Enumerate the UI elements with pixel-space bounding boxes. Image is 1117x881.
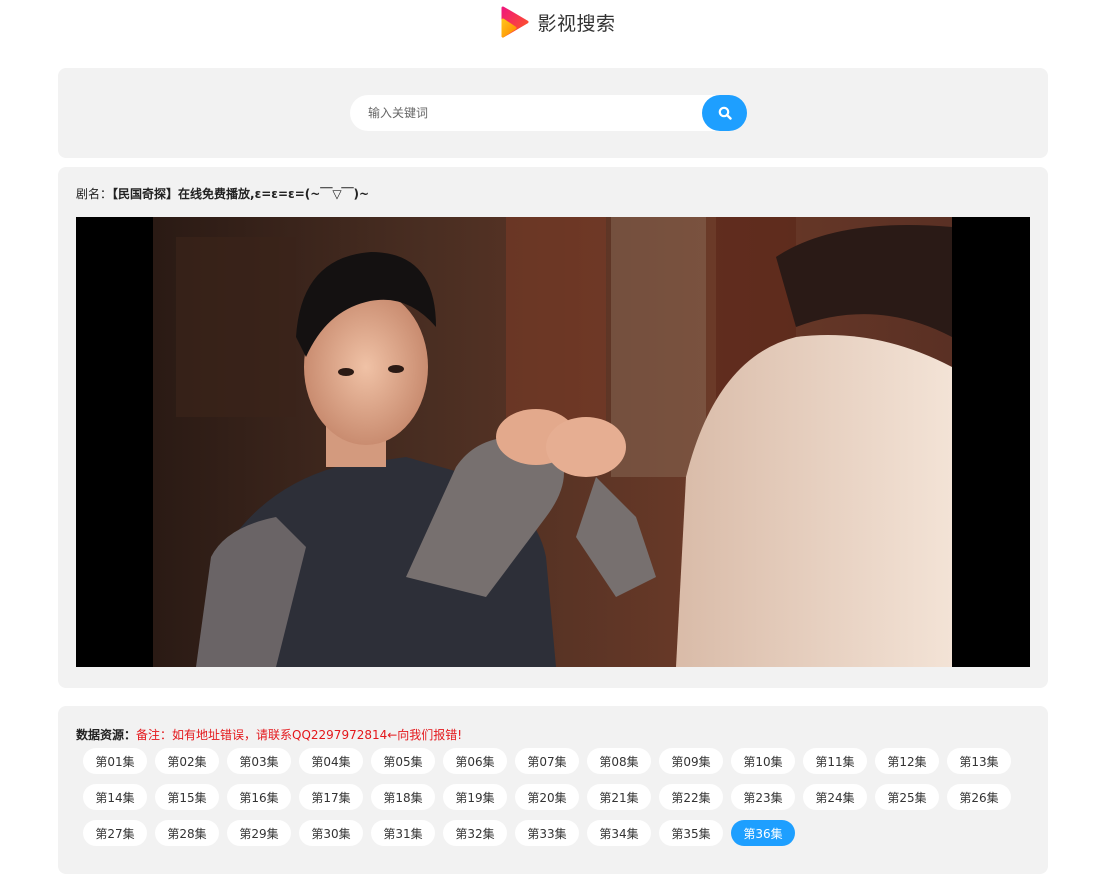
episode-button[interactable]: 第12集 [875,748,939,774]
show-title-label: 剧名： [76,187,113,201]
episode-button[interactable]: 第23集 [731,784,795,810]
episode-button[interactable]: 第02集 [155,748,219,774]
episode-button[interactable]: 第15集 [155,784,219,810]
show-title: 【民国奇探】在线免费播放,ε=ε=ε=(~￣▽￣)~ [112,187,370,201]
episode-button[interactable]: 第35集 [659,820,723,846]
episode-button[interactable]: 第24集 [803,784,867,810]
episode-button[interactable]: 第06集 [443,748,507,774]
site-title: 影视搜索 [537,12,616,35]
search-input[interactable] [350,95,742,131]
episode-button[interactable]: 第30集 [299,820,363,846]
episode-button[interactable]: 第25集 [875,784,939,810]
player-panel: 剧名：【民国奇探】在线免费播放,ε=ε=ε=(~￣▽￣)~ [58,167,1048,688]
episode-button[interactable]: 第10集 [731,748,795,774]
video-frame [76,217,1030,667]
search-panel [58,68,1048,158]
show-title-row: 剧名：【民国奇探】在线免费播放,ε=ε=ε=(~￣▽￣)~ [76,185,369,202]
episodes-panel: 数据资源：备注：如有地址错误，请联系QQ2297972814←向我们报错! 第0… [58,706,1048,874]
episode-button[interactable]: 第14集 [83,784,147,810]
video-player[interactable] [76,217,1030,667]
search-box [350,95,755,131]
episode-button[interactable]: 第09集 [659,748,723,774]
episode-button[interactable]: 第07集 [515,748,579,774]
error-report-note: 备注：如有地址错误，请联系QQ2297972814←向我们报错! [136,728,463,742]
notice-row: 数据资源：备注：如有地址错误，请联系QQ2297972814←向我们报错! [76,726,462,743]
episode-button[interactable]: 第19集 [443,784,507,810]
play-logo-icon [501,6,529,38]
episode-button[interactable]: 第04集 [299,748,363,774]
episode-button[interactable]: 第16集 [227,784,291,810]
episode-button[interactable]: 第33集 [515,820,579,846]
episode-button[interactable]: 第08集 [587,748,651,774]
episode-button[interactable]: 第18集 [371,784,435,810]
episode-button[interactable]: 第31集 [371,820,435,846]
episode-button[interactable]: 第32集 [443,820,507,846]
episode-button[interactable]: 第17集 [299,784,363,810]
site-header: 影视搜索 [0,0,1117,44]
episode-row: 第01集 第02集 第03集 第04集 第05集 第06集 第07集 第08集 第09集 第10集… [83,748,1023,774]
episode-button[interactable]: 第28集 [155,820,219,846]
episode-row: 第27集 第28集 第29集 第30集 第31集 第32集 第33集 第34集 第35集 第36集 [83,820,1023,846]
episode-button[interactable]: 第26集 [947,784,1011,810]
episode-button[interactable]: 第13集 [947,748,1011,774]
episode-button[interactable]: 第11集 [803,748,867,774]
episode-button[interactable]: 第20集 [515,784,579,810]
episode-button[interactable]: 第27集 [83,820,147,846]
episode-button[interactable]: 第01集 [83,748,147,774]
search-icon [718,106,732,120]
episode-button[interactable]: 第29集 [227,820,291,846]
episode-button[interactable]: 第05集 [371,748,435,774]
source-label: 数据资源： [76,728,137,742]
episode-button[interactable]: 第22集 [659,784,723,810]
episode-button[interactable]: 第21集 [587,784,651,810]
episode-button[interactable]: 第36集 [731,820,795,846]
episode-list: 第01集 第02集 第03集 第04集 第05集 第06集 第07集 第08集 第09集 第10集… [83,748,1023,856]
episode-row: 第14集 第15集 第16集 第17集 第18集 第19集 第20集 第21集 第22集 第23集… [83,784,1023,810]
episode-button[interactable]: 第34集 [587,820,651,846]
search-button[interactable] [702,95,747,131]
episode-button[interactable]: 第03集 [227,748,291,774]
